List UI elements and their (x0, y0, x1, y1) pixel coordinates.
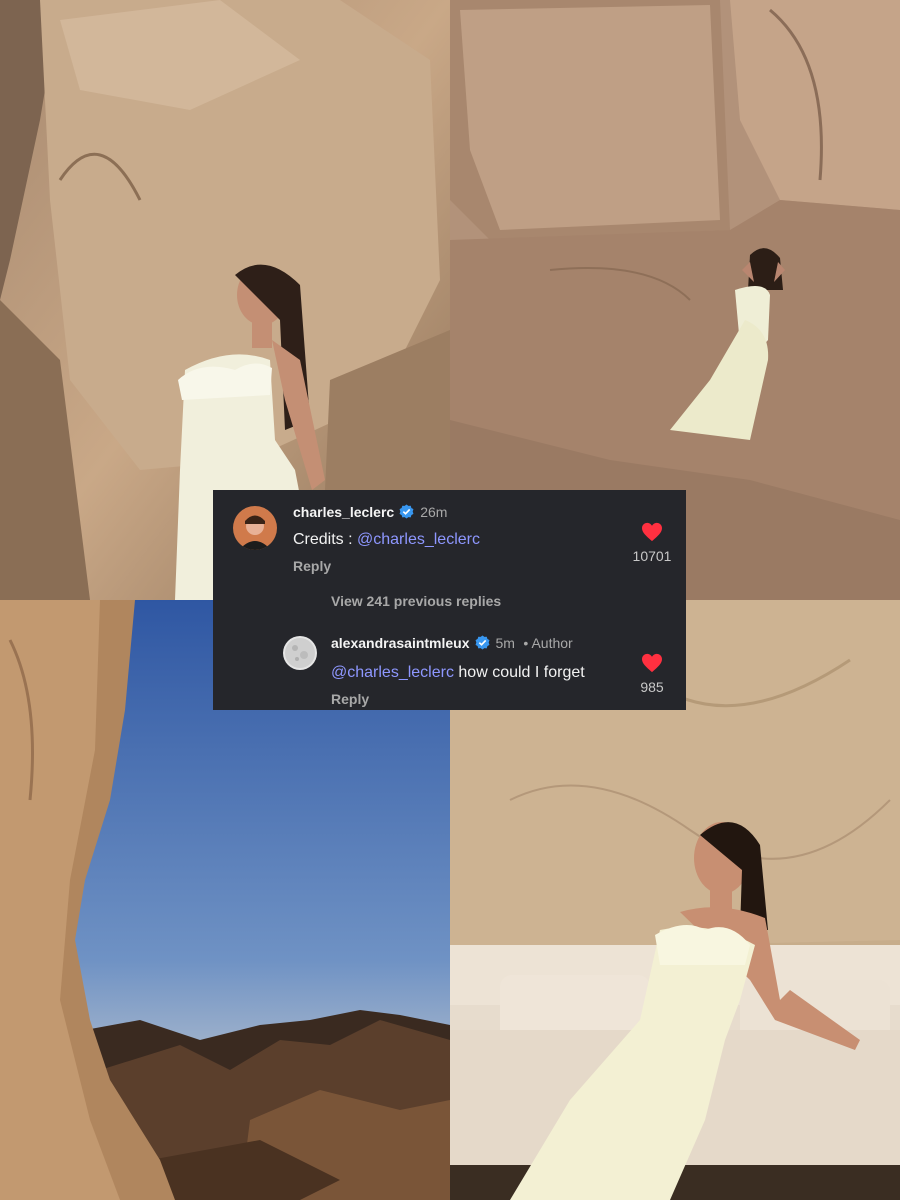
comment-text-suffix: how could I forget (453, 664, 585, 681)
comment-time: 5m (495, 635, 515, 651)
avatar[interactable] (283, 636, 317, 670)
heart-icon[interactable] (641, 653, 663, 673)
like-count: 985 (640, 679, 664, 695)
heart-icon[interactable] (641, 522, 663, 542)
comment-text: @charles_leclerc how could I forget (331, 664, 585, 682)
verified-badge-icon (475, 635, 490, 650)
comment-text-prefix: Credits : (293, 531, 358, 548)
comment-header: alexandrasaintmleux 5m • Author (331, 635, 573, 653)
comment-text: Credits : @charles_leclerc (293, 531, 480, 549)
view-previous-replies-button[interactable]: View 241 previous replies (331, 593, 501, 609)
avatar[interactable] (233, 506, 277, 550)
mention-link[interactable]: @charles_leclerc (331, 664, 454, 681)
comment-header: charles_leclerc 26m (293, 504, 447, 522)
reply-button[interactable]: Reply (293, 558, 331, 574)
reply-button[interactable]: Reply (331, 691, 369, 707)
username[interactable]: alexandrasaintmleux (331, 635, 470, 651)
author-tag: • Author (523, 635, 573, 651)
username[interactable]: charles_leclerc (293, 504, 394, 520)
like-group: 985 (622, 653, 682, 695)
comment-time: 26m (420, 504, 448, 520)
mention-link[interactable]: @charles_leclerc (357, 531, 480, 548)
like-group: 10701 (622, 522, 682, 564)
like-count: 10701 (632, 548, 672, 564)
comment-thread-card: charles_leclerc 26m Credits : @charles_le… (213, 490, 686, 710)
verified-badge-icon (399, 504, 414, 519)
